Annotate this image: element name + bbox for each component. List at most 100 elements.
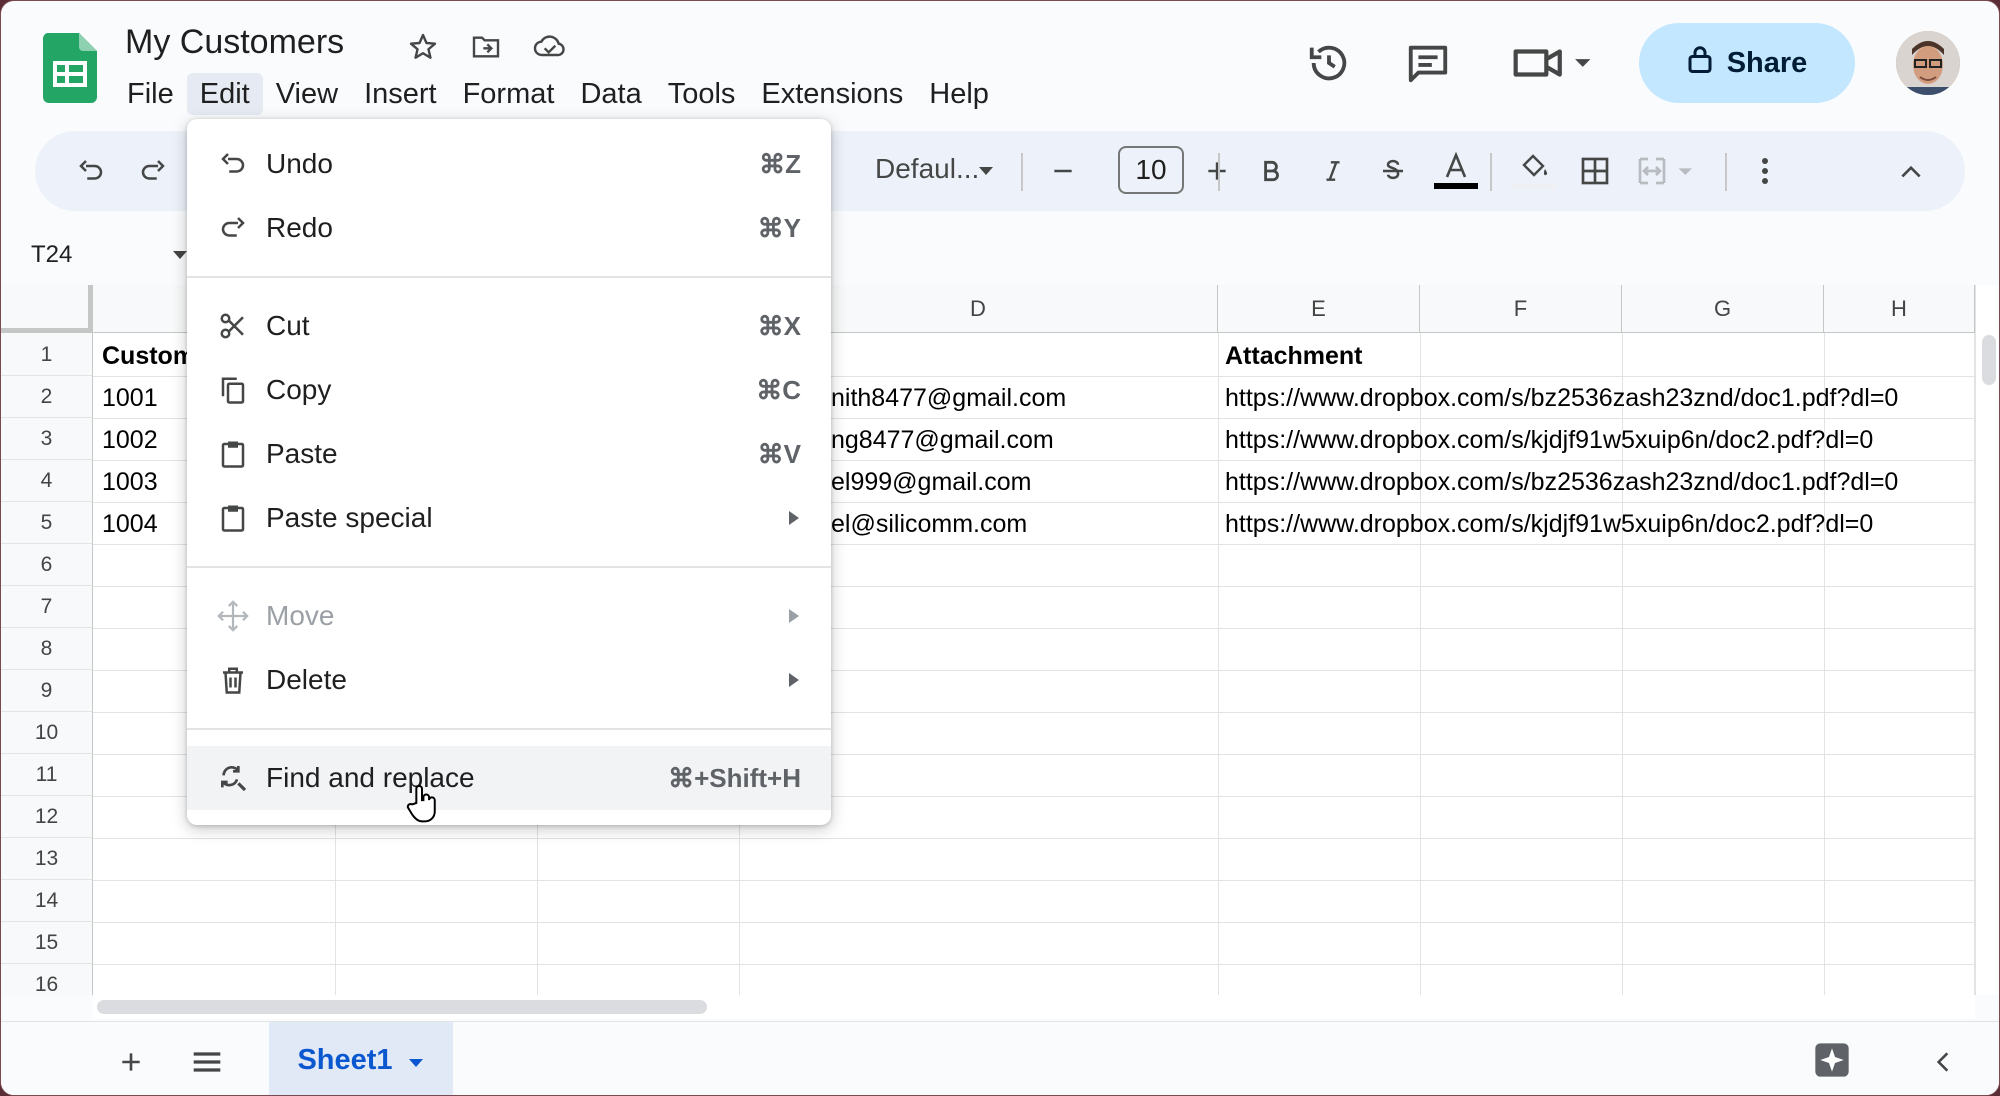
- sheet-tabs-bar: Sheet1: [1, 1021, 1999, 1095]
- move-icon: [215, 598, 251, 634]
- star-icon[interactable]: [405, 29, 441, 65]
- row-header[interactable]: 6: [1, 544, 93, 586]
- edit-menu-dropdown: Undo ⌘Z Redo ⌘Y Cut ⌘X Copy ⌘C Paste ⌘V …: [187, 119, 831, 825]
- row-header[interactable]: 8: [1, 628, 93, 670]
- toolbar-divider: [1725, 153, 1727, 191]
- font-dropdown-caret-icon[interactable]: [971, 141, 1001, 201]
- column-header-e[interactable]: E: [1218, 285, 1420, 333]
- undo-icon[interactable]: [71, 141, 111, 201]
- horizontal-scroll-thumb[interactable]: [97, 1000, 707, 1014]
- merge-cells-icon[interactable]: [1633, 141, 1703, 201]
- select-all-corner[interactable]: [1, 285, 93, 333]
- redo-icon[interactable]: [133, 141, 173, 201]
- cell-d5[interactable]: el@silicomm.com: [831, 510, 1027, 539]
- row-header[interactable]: 16: [1, 964, 93, 995]
- menu-item-copy[interactable]: Copy ⌘C: [187, 358, 831, 422]
- column-header-f[interactable]: F: [1420, 285, 1622, 333]
- undo-icon: [215, 146, 251, 182]
- name-box-dropdown-icon[interactable]: [173, 251, 187, 259]
- copy-icon: [215, 372, 251, 408]
- collapse-toolbar-icon[interactable]: [1889, 141, 1933, 201]
- cloud-saved-icon[interactable]: [532, 29, 568, 65]
- menu-help[interactable]: Help: [916, 73, 1002, 115]
- text-color-icon[interactable]: [1429, 141, 1483, 201]
- cell-e5[interactable]: https://www.dropbox.com/s/kjdjf91w5xuip6…: [1225, 510, 1873, 539]
- menu-item-paste-special[interactable]: Paste special: [187, 486, 831, 550]
- menu-item-redo[interactable]: Redo ⌘Y: [187, 196, 831, 260]
- cell-e3[interactable]: https://www.dropbox.com/s/kjdjf91w5xuip6…: [1225, 426, 1873, 455]
- scissors-icon: [215, 308, 251, 344]
- row-header[interactable]: 15: [1, 922, 93, 964]
- row-header[interactable]: 10: [1, 712, 93, 754]
- comments-icon[interactable]: [1400, 35, 1456, 91]
- column-header-h[interactable]: H: [1824, 285, 1975, 333]
- vertical-scrollbar[interactable]: [1975, 285, 1999, 995]
- increase-font-size-icon[interactable]: [1195, 141, 1239, 201]
- row-header[interactable]: 2: [1, 376, 93, 418]
- menu-data[interactable]: Data: [567, 73, 654, 115]
- name-box[interactable]: T24: [31, 241, 72, 269]
- share-button[interactable]: Share: [1639, 23, 1855, 103]
- font-family-select[interactable]: Defaul...: [875, 153, 979, 185]
- horizontal-scrollbar[interactable]: [93, 995, 1975, 1019]
- menu-tools[interactable]: Tools: [655, 73, 749, 115]
- column-header-g[interactable]: G: [1622, 285, 1824, 333]
- row-header[interactable]: 11: [1, 754, 93, 796]
- cell-a1[interactable]: Custom: [102, 342, 195, 371]
- cell-e2[interactable]: https://www.dropbox.com/s/bz2536zash23zn…: [1225, 384, 1898, 413]
- italic-icon[interactable]: [1311, 141, 1355, 201]
- user-avatar[interactable]: [1896, 31, 1960, 95]
- sheets-logo-icon[interactable]: [42, 33, 97, 103]
- sheet-tab-sheet1[interactable]: Sheet1: [269, 1022, 453, 1095]
- row-header[interactable]: 3: [1, 418, 93, 460]
- bold-icon[interactable]: [1249, 141, 1293, 201]
- fill-color-icon[interactable]: [1507, 141, 1561, 201]
- menu-extensions[interactable]: Extensions: [748, 73, 916, 115]
- cell-a2[interactable]: 1001: [102, 384, 158, 413]
- menu-item-find-and-replace[interactable]: Find and replace ⌘+Shift+H: [187, 746, 831, 810]
- cell-e1[interactable]: Attachment: [1225, 342, 1363, 371]
- collapse-side-panel-icon[interactable]: [1921, 1032, 1965, 1092]
- row-header[interactable]: 1: [1, 333, 93, 376]
- document-title[interactable]: My Customers: [125, 23, 344, 62]
- all-sheets-menu-icon[interactable]: [185, 1032, 229, 1092]
- cell-d2[interactable]: nith8477@gmail.com: [831, 384, 1066, 413]
- menu-item-cut[interactable]: Cut ⌘X: [187, 294, 831, 358]
- explore-sparkle-icon[interactable]: [1805, 1030, 1859, 1090]
- cell-d3[interactable]: ng8477@gmail.com: [831, 426, 1054, 455]
- cell-a4[interactable]: 1003: [102, 468, 158, 497]
- decrease-font-size-icon[interactable]: [1041, 141, 1085, 201]
- vertical-scroll-thumb[interactable]: [1982, 335, 1996, 385]
- cell-a5[interactable]: 1004: [102, 510, 158, 539]
- meet-video-icon[interactable]: [1509, 35, 1599, 91]
- cell-a3[interactable]: 1002: [102, 426, 158, 455]
- add-sheet-icon[interactable]: [109, 1032, 153, 1092]
- submenu-arrow-icon: [789, 609, 799, 623]
- row-header[interactable]: 4: [1, 460, 93, 502]
- menu-edit[interactable]: Edit: [186, 73, 263, 115]
- row-header[interactable]: 14: [1, 880, 93, 922]
- borders-icon[interactable]: [1573, 141, 1617, 201]
- font-size-input[interactable]: 10: [1118, 146, 1184, 194]
- row-header[interactable]: 9: [1, 670, 93, 712]
- strikethrough-icon[interactable]: [1371, 141, 1415, 201]
- menu-item-undo[interactable]: Undo ⌘Z: [187, 132, 831, 196]
- row-header[interactable]: 7: [1, 586, 93, 628]
- menu-insert[interactable]: Insert: [351, 73, 450, 115]
- cell-d4[interactable]: el999@gmail.com: [831, 468, 1031, 497]
- more-options-icon[interactable]: [1743, 141, 1787, 201]
- version-history-icon[interactable]: [1301, 35, 1357, 91]
- menu-format[interactable]: Format: [450, 73, 568, 115]
- menu-item-delete[interactable]: Delete: [187, 648, 831, 712]
- cell-e4[interactable]: https://www.dropbox.com/s/bz2536zash23zn…: [1225, 468, 1898, 497]
- menu-view[interactable]: View: [263, 73, 351, 115]
- move-folder-icon[interactable]: [468, 29, 504, 65]
- sheet-tab-caret-icon[interactable]: [407, 1044, 425, 1077]
- row-header[interactable]: 12: [1, 796, 93, 838]
- menu-item-paste[interactable]: Paste ⌘V: [187, 422, 831, 486]
- menu-file[interactable]: File: [114, 73, 187, 115]
- lock-icon: [1687, 44, 1713, 82]
- find-replace-icon: [215, 760, 251, 796]
- row-header[interactable]: 13: [1, 838, 93, 880]
- row-header[interactable]: 5: [1, 502, 93, 544]
